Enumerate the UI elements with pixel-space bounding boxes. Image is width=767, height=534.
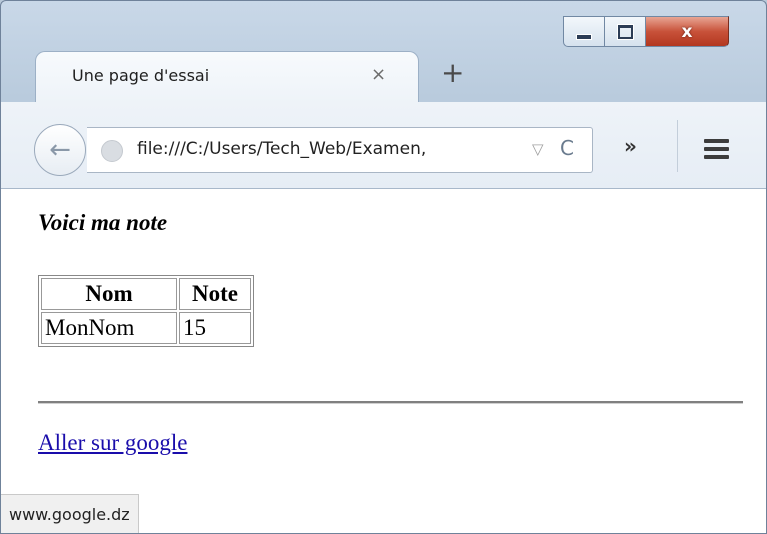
back-arrow-icon: ← [49,135,71,165]
minimize-icon [577,34,591,39]
tab-active[interactable]: Une page d'essai × [35,51,419,103]
browser-window: x Une page d'essai × + ← file:///C:/User… [0,0,767,534]
toolbar-overflow-button[interactable]: » [624,134,637,158]
cell-nom: MonNom [41,312,177,344]
maximize-button[interactable] [604,16,645,47]
globe-icon [101,140,123,162]
page-heading: Voici ma note [38,210,168,235]
url-text: file:///C:/Users/Tech_Web/Examen, [137,139,427,159]
tab-close-icon[interactable]: × [371,64,386,85]
horizontal-rule [38,401,743,404]
grades-table: Nom Note MonNom 15 [38,275,254,347]
new-tab-button[interactable]: + [441,59,464,87]
column-header-note: Note [179,278,251,310]
status-bar: www.google.dz [1,494,139,533]
back-button[interactable]: ← [34,124,86,176]
reload-icon[interactable]: C [560,136,574,160]
close-window-button[interactable]: x [645,16,729,47]
cell-note: 15 [179,312,251,344]
window-controls: x [563,16,729,47]
maximize-icon [617,24,633,39]
table-row: MonNom 15 [41,312,251,344]
table-header-row: Nom Note [41,278,251,310]
google-link[interactable]: Aller sur google [38,430,187,456]
tab-title: Une page d'essai [72,66,210,85]
close-icon: x [681,21,693,42]
column-header-nom: Nom [41,278,177,310]
page-content: Voici ma note Nom Note MonNom 15 Aller s… [1,189,766,533]
toolbar-separator [677,120,678,172]
hamburger-menu-icon[interactable] [704,139,729,163]
history-dropdown-icon[interactable]: ▽ [532,140,544,158]
minimize-button[interactable] [563,16,604,47]
address-bar[interactable]: file:///C:/Users/Tech_Web/Examen, ▽ C [87,127,593,173]
navigation-toolbar: ← file:///C:/Users/Tech_Web/Examen, ▽ C … [1,102,766,189]
